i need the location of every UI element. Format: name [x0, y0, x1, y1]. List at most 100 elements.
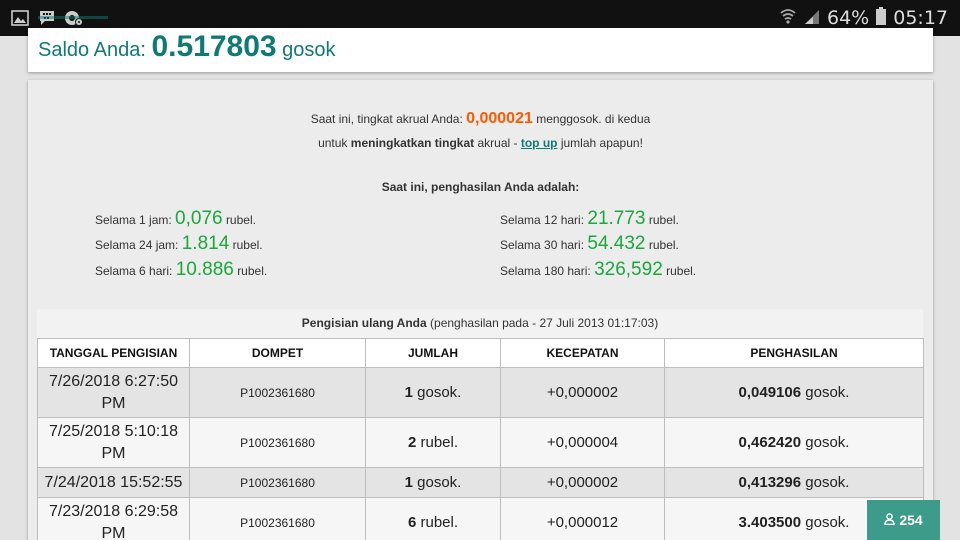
- earning-value: 326,592: [594, 259, 663, 280]
- earning-12d: Selama 12 hari: 21.773 rubel.: [500, 208, 679, 230]
- col-earned: PENGHASILAN: [664, 338, 924, 368]
- earning-value: 54.432: [587, 233, 646, 254]
- earned-unit: gosok.: [805, 434, 850, 451]
- deposit-date: 7/24/2018 15:52:55: [37, 467, 190, 498]
- earning-label: Selama 30 hari:: [500, 238, 585, 252]
- table-row: 7/23/2018 6:29:58 PM P1002361680 6 rubel…: [37, 497, 924, 540]
- deposit-earned: 0,049106 gosok.: [664, 367, 924, 418]
- earning-180d: Selama 180 hari: 326,592 rubel.: [500, 259, 696, 281]
- col-speed: KECEPATAN: [500, 338, 665, 368]
- user-icon: [884, 512, 896, 528]
- deposit-earned: 0,462420 gosok.: [664, 417, 924, 468]
- earning-value: 10.886: [175, 259, 234, 280]
- col-amount: JUMLAH: [365, 338, 501, 368]
- amount-value: 2: [407, 434, 417, 451]
- caption-subtitle: (penghasilan pada - 27 Juli 2013 01:17:0…: [430, 316, 659, 330]
- deposits-table-section: Pengisian ulang Anda (penghasilan pada -…: [37, 309, 924, 540]
- table-row: 7/26/2018 6:27:50 PM P1002361680 1 gosok…: [37, 367, 924, 418]
- earnings-card: Saat ini, tingkat akrual Anda: 0,000021 …: [28, 80, 933, 540]
- earned-value: 0,413296: [738, 474, 802, 491]
- deposits-caption: Pengisian ulang Anda (penghasilan pada -…: [37, 309, 923, 338]
- earning-1h: Selama 1 jam: 0,076 rubel.: [95, 208, 256, 230]
- earning-value: 0,076: [175, 208, 223, 229]
- earning-label: Selama 180 hari:: [500, 264, 591, 278]
- deposit-speed: +0,000002: [500, 367, 665, 418]
- earned-value: 0,049106: [738, 384, 802, 401]
- online-count: 254: [899, 512, 923, 528]
- accrual-text: Saat ini, tingkat akrual Anda:: [310, 112, 463, 126]
- earning-value: 21.773: [587, 208, 646, 229]
- wifi-icon: [779, 7, 797, 30]
- amount-value: 1: [404, 474, 413, 491]
- balance-unit: gosok: [282, 39, 336, 61]
- earning-unit: rubel.: [666, 264, 697, 278]
- balance-label: Saldo Anda:: [38, 39, 146, 61]
- balance-amount: 0.517803: [151, 30, 277, 63]
- earning-unit: rubel.: [225, 213, 256, 227]
- earning-unit: rubel.: [237, 264, 268, 278]
- earning-unit: rubel.: [648, 213, 679, 227]
- deposit-amount: 6 rubel.: [365, 497, 501, 540]
- earning-unit: rubel.: [232, 238, 263, 252]
- earnings-heading: Saat ini, penghasilan Anda adalah:: [381, 180, 580, 194]
- table-row: 7/25/2018 5:10:18 PM P1002361680 2 rubel…: [37, 417, 924, 468]
- deposit-speed: +0,000012: [500, 497, 665, 540]
- earned-value: 3.403500: [738, 514, 802, 531]
- deposit-speed: +0,000002: [500, 467, 665, 498]
- top-up-link[interactable]: top up: [521, 136, 558, 150]
- accrual-line-1: Saat ini, tingkat akrual Anda: 0,000021 …: [28, 110, 933, 128]
- earning-unit: rubel.: [648, 238, 679, 252]
- amount-unit: rubel.: [420, 434, 459, 451]
- earned-unit: gosok.: [805, 474, 850, 491]
- amount-value: 6: [407, 514, 417, 531]
- amount-unit: rubel.: [420, 514, 459, 531]
- earning-label: Selama 1 jam:: [95, 213, 172, 227]
- accrual-line2-bold: meningkatkan tingkat: [350, 136, 475, 150]
- earning-label: Selama 6 hari:: [95, 264, 173, 278]
- table-header-row: TANGGAL PENGISIAN DOMPET JUMLAH KECEPATA…: [37, 338, 924, 368]
- earned-unit: gosok.: [805, 384, 850, 401]
- deposit-wallet: P1002361680: [189, 467, 366, 498]
- deposit-date: 7/23/2018 6:29:58 PM: [37, 497, 190, 540]
- accrual-line2-suffix: jumlah apapun!: [560, 136, 643, 150]
- earning-label: Selama 24 jam:: [95, 238, 179, 252]
- deposit-wallet: P1002361680: [189, 417, 366, 468]
- signal-icon: [803, 7, 821, 30]
- deposit-amount: 1 gosok.: [365, 367, 501, 418]
- col-wallet: DOMPET: [189, 338, 366, 368]
- earning-30d: Selama 30 hari: 54.432 rubel.: [500, 233, 679, 255]
- accrual-rate: 0,000021: [466, 110, 533, 127]
- accrual-suffix: menggosok. di kedua: [536, 112, 651, 126]
- gallery-icon: [11, 9, 29, 27]
- deposit-amount: 1 gosok.: [365, 467, 501, 498]
- balance: Saldo Anda: 0.517803 gosok: [38, 30, 336, 64]
- scrolled-text-remnant: [38, 16, 108, 24]
- earning-24h: Selama 24 jam: 1.814 rubel.: [95, 233, 263, 255]
- battery-percent: 64%: [827, 7, 870, 29]
- deposit-wallet: P1002361680: [189, 497, 366, 540]
- battery-icon: [875, 6, 887, 30]
- earned-value: 0,462420: [738, 434, 802, 451]
- amount-unit: gosok.: [417, 474, 462, 491]
- col-date: TANGGAL PENGISIAN: [37, 338, 190, 368]
- table-row: 7/24/2018 15:52:55 P1002361680 1 gosok. …: [37, 467, 924, 498]
- accrual-line-2: untuk meningkatkan tingkat akrual - top …: [28, 136, 933, 150]
- earned-unit: gosok.: [805, 514, 850, 531]
- online-users-badge[interactable]: 254: [867, 500, 940, 540]
- deposits-table: TANGGAL PENGISIAN DOMPET JUMLAH KECEPATA…: [37, 338, 924, 540]
- accrual-line2-mid: akrual -: [477, 136, 518, 150]
- clock: 05:17: [893, 7, 948, 29]
- accrual-line2-prefix: untuk: [318, 136, 348, 150]
- deposit-earned: 0,413296 gosok.: [664, 467, 924, 498]
- amount-value: 1: [404, 384, 413, 401]
- deposit-date: 7/25/2018 5:10:18 PM: [37, 417, 190, 468]
- balance-card: Saldo Anda: 0.517803 gosok: [28, 16, 933, 72]
- earning-6d: Selama 6 hari: 10.886 rubel.: [95, 259, 267, 281]
- deposit-wallet: P1002361680: [189, 367, 366, 418]
- deposit-date: 7/26/2018 6:27:50 PM: [37, 367, 190, 418]
- caption-title: Pengisian ulang Anda: [301, 316, 427, 330]
- deposit-speed: +0,000004: [500, 417, 665, 468]
- deposit-amount: 2 rubel.: [365, 417, 501, 468]
- earning-label: Selama 12 hari:: [500, 213, 585, 227]
- amount-unit: gosok.: [417, 384, 462, 401]
